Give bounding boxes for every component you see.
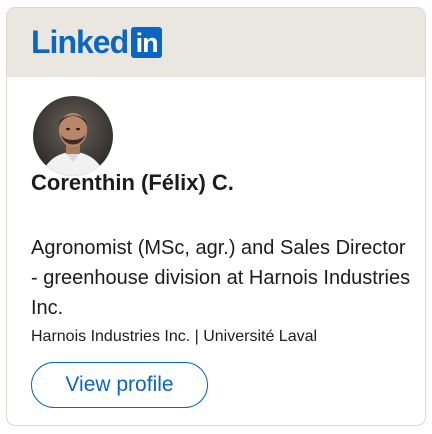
profile-company-school: Harnois Industries Inc. | Université Lav…	[31, 328, 318, 345]
profile-name[interactable]: Corenthin (Félix) C.	[31, 169, 234, 197]
avatar[interactable]	[33, 96, 113, 176]
profile-card: Linked in Corenthin (Félix) C. Agronomis…	[6, 7, 426, 426]
profile-headline: Agronomist (MSc, agr.) and Sales Directo…	[31, 237, 411, 319]
logo-text: Linked	[31, 24, 129, 60]
view-profile-button[interactable]: View profile	[31, 362, 208, 408]
card-header: Linked in	[7, 8, 425, 77]
logo-in-box: in	[131, 26, 163, 58]
profile-photo-icon	[33, 96, 113, 176]
linkedin-logo[interactable]: Linked in	[31, 24, 163, 60]
